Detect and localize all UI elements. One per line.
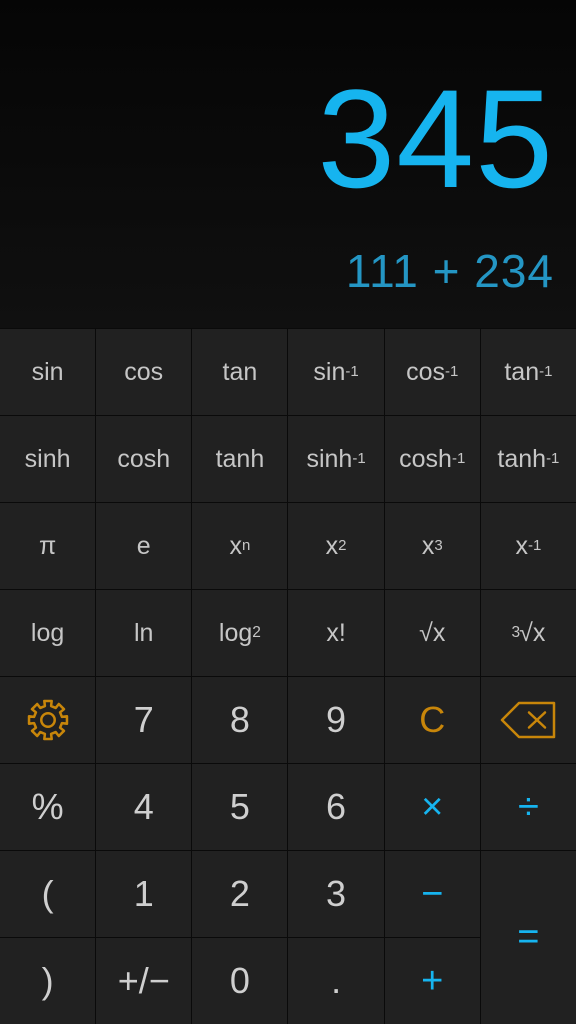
key-label: sinh [24,444,71,473]
key-label: tan [504,357,540,386]
key-label: 0 [229,960,250,1001]
key-equals[interactable]: = [480,851,576,1024]
key-label: sin [313,357,346,386]
key-multiply[interactable]: × [384,764,480,850]
key-clear[interactable]: C [384,677,480,763]
key-digit-7[interactable]: 7 [96,677,192,763]
key-asin[interactable]: sin -1 [288,329,384,415]
key-euler[interactable]: e [96,503,192,589]
key-label: 8 [229,699,250,740]
key-percent[interactable]: % [0,764,96,850]
key-label: 4 [133,786,154,827]
key-label: sinh [306,444,353,473]
key-label: x [421,531,435,560]
key-label: 7 [133,699,154,740]
key-label: tanh [215,444,265,473]
key-label: cosh [117,444,171,473]
key-settings[interactable] [0,677,96,763]
key-label: ) [41,960,54,1001]
key-label: 9 [326,699,347,740]
key-backspace[interactable] [480,677,576,763]
calculator-app: 345 111 + 234 sin cos tan sin -1 cos -1 tan -1 si… [0,0,576,1024]
key-digit-6[interactable]: 6 [288,764,384,850]
key-label: . [331,960,342,1001]
key-square-root[interactable]: √x [384,590,480,676]
key-label: x [325,531,339,560]
key-label: ln [134,618,154,647]
key-square[interactable]: x2 [288,503,384,589]
key-atan[interactable]: tan -1 [480,329,576,415]
key-label: +/− [117,960,170,1001]
key-label: log [30,618,65,647]
expression-text: 111 + 234 [345,245,554,297]
key-open-paren[interactable]: ( [0,851,96,937]
key-digit-4[interactable]: 4 [96,764,192,850]
key-close-paren[interactable]: ) [0,938,96,1024]
key-label: √x [419,618,446,647]
key-label: 5 [229,786,250,827]
keypad: sin cos tan sin -1 cos -1 tan -1 sinh cosh tanh sinh… [0,328,576,1024]
gear-icon [0,677,95,763]
key-subtract[interactable]: − [384,851,480,937]
key-cube-root[interactable]: 3 √x [480,590,576,676]
key-label: × [421,785,444,828]
key-log2[interactable]: log 2 [192,590,288,676]
result-value: 345 [317,60,554,218]
key-tanh[interactable]: tanh [192,416,288,502]
key-digit-8[interactable]: 8 [192,677,288,763]
key-label: 1 [133,873,154,914]
key-label: x! [326,618,346,647]
key-acos[interactable]: cos -1 [384,329,480,415]
key-label: e [136,531,151,560]
key-digit-2[interactable]: 2 [192,851,288,937]
key-label: − [421,872,444,915]
key-reciprocal[interactable]: x -1 [480,503,576,589]
key-digit-5[interactable]: 5 [192,764,288,850]
key-label: ( [41,873,54,914]
key-tan[interactable]: tan [192,329,288,415]
key-label: cos [124,357,164,386]
key-label: = [517,916,540,958]
key-decimal-point[interactable]: . [288,938,384,1024]
key-power-n[interactable]: xn [192,503,288,589]
key-label: x [229,531,242,560]
key-label: tan [222,357,258,386]
key-label: sin [31,357,64,386]
key-digit-3[interactable]: 3 [288,851,384,937]
key-log10[interactable]: log [0,590,96,676]
key-label: 2 [229,873,250,914]
key-pi[interactable]: π [0,503,96,589]
key-cosh[interactable]: cosh [96,416,192,502]
key-label: 6 [326,786,347,827]
key-sinh[interactable]: sinh [0,416,96,502]
key-label: √x [519,618,546,647]
key-atanh[interactable]: tanh -1 [480,416,576,502]
key-label: + [421,959,444,1002]
key-label: % [31,786,64,827]
key-label: cosh [399,444,452,473]
key-sign-toggle[interactable]: +/− [96,938,192,1024]
key-ln[interactable]: ln [96,590,192,676]
key-cube[interactable]: x3 [384,503,480,589]
key-label: log [218,618,253,647]
key-asinh[interactable]: sinh -1 [288,416,384,502]
key-digit-0[interactable]: 0 [192,938,288,1024]
key-sin[interactable]: sin [0,329,96,415]
key-acosh[interactable]: cosh -1 [384,416,480,502]
backspace-icon [481,677,576,763]
key-add[interactable]: + [384,938,480,1024]
key-label: x [515,531,528,560]
calculator-display: 345 111 + 234 [0,0,576,328]
key-label: cos [406,357,446,386]
key-label: 3 [326,873,347,914]
key-label: C [419,699,446,740]
key-factorial[interactable]: x! [288,590,384,676]
key-label: tanh [497,444,547,473]
key-digit-1[interactable]: 1 [96,851,192,937]
key-digit-9[interactable]: 9 [288,677,384,763]
key-cos[interactable]: cos [96,329,192,415]
key-label: π [38,531,57,560]
key-label: ÷ [517,785,539,828]
key-divide[interactable]: ÷ [480,764,576,850]
